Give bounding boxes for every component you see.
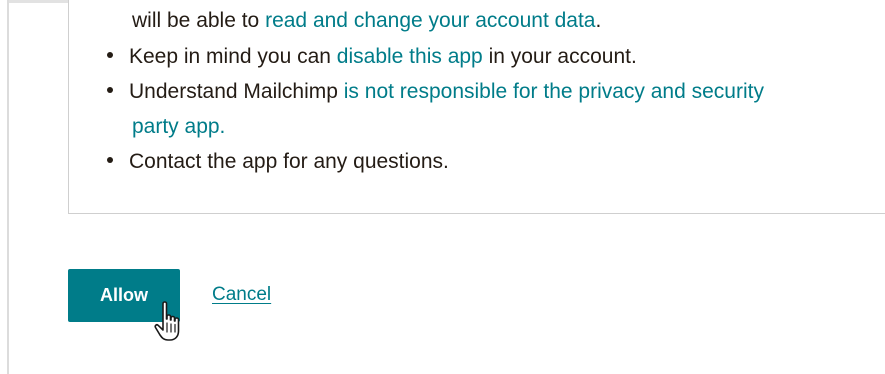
bullet-icon [107,52,113,59]
permission-text: Keep in mind you can [129,45,337,68]
permission-item-disable: Keep in mind you can disable this app in… [104,39,637,74]
permission-text: will be able to [132,9,266,32]
permission-text-suffix: . [595,9,602,32]
bullet-icon [107,87,113,94]
permission-text: Understand Mailchimp [129,80,344,103]
window-left-edge [7,0,9,374]
permission-text-suffix: in your account. [482,45,637,68]
read-change-account-data-link[interactable]: read and change your account data [265,9,595,32]
hand-pointer-icon [154,301,180,341]
permission-item-responsibility: Understand Mailchimp is not responsible … [104,74,764,109]
bullet-icon [107,157,113,164]
disable-this-app-link[interactable]: disable this app [337,45,483,68]
permission-text: Contact the app for any questions. [129,150,449,173]
permission-item-continued: will be able to read and change your acc… [132,3,601,38]
permission-item-contact: Contact the app for any questions. [104,144,449,179]
permission-item-responsibility-cont: party app. [132,109,225,144]
privacy-security-link-cont[interactable]: party app. [132,115,225,138]
privacy-security-link[interactable]: is not responsible for the privacy and s… [344,80,764,103]
cancel-link[interactable]: Cancel [212,283,271,307]
